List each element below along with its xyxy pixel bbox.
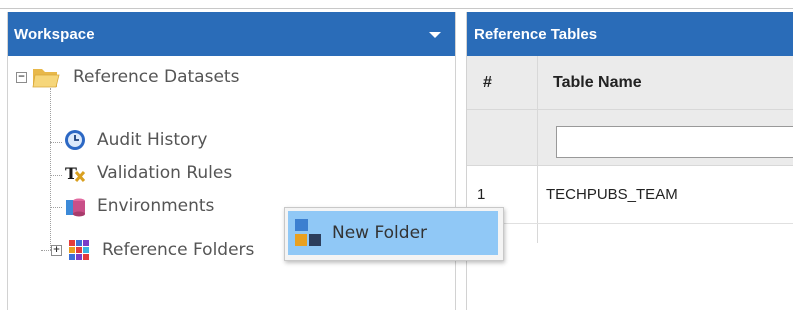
folder-open-icon	[32, 69, 60, 88]
tree-node-audit-history[interactable]: Audit History	[64, 129, 207, 151]
top-divider	[0, 8, 793, 9]
context-menu: New Folder	[284, 207, 504, 261]
table-row[interactable]: 1 TECHPUBS_TEAM	[467, 166, 793, 224]
table-name-filter-input[interactable]	[556, 126, 793, 158]
tree-node-label: Environments	[97, 196, 215, 216]
workspace-dropdown-icon[interactable]	[429, 32, 441, 38]
new-folder-icon	[295, 219, 321, 246]
column-header-table-name[interactable]: Table Name	[553, 56, 642, 109]
clock-globe-icon	[65, 130, 85, 150]
context-menu-item-new-folder[interactable]: New Folder	[288, 211, 498, 255]
table-name-cell[interactable]: TECHPUBS_TEAM	[546, 166, 678, 223]
tree-node-label: Audit History	[97, 130, 208, 150]
expand-icon[interactable]: +	[51, 244, 62, 256]
tree-connector	[50, 207, 62, 208]
reference-tables-panel: Reference Tables # Table Name 1 TECHPUBS…	[466, 12, 793, 310]
tx-rules-icon: T	[65, 164, 86, 183]
tree-node-label: Reference Folders	[102, 240, 255, 260]
tree-node-reference-datasets[interactable]: − Reference Datasets	[16, 64, 239, 90]
grid-header-row: # Table Name	[467, 56, 793, 110]
tree-connector	[50, 142, 62, 143]
tree-connector	[50, 88, 51, 250]
context-menu-label: New Folder	[332, 223, 428, 243]
database-stack-icon	[66, 198, 85, 217]
colored-grid-icon	[69, 240, 89, 260]
tree-node-reference-folders[interactable]: + Reference Folders	[51, 239, 254, 261]
workspace-panel: Workspace − Reference Datasets Audit His	[7, 12, 456, 310]
tree-node-environments[interactable]: Environments	[64, 195, 214, 217]
workspace-title: Workspace	[14, 25, 95, 43]
tree-node-label: Reference Datasets	[73, 67, 240, 87]
tree-connector	[50, 175, 62, 176]
filter-row	[467, 110, 793, 166]
collapse-icon[interactable]: −	[16, 71, 27, 83]
column-header-number[interactable]: #	[483, 56, 492, 109]
workspace-header: Workspace	[8, 12, 455, 56]
reference-tables-title: Reference Tables	[474, 25, 598, 43]
cropped-top-strip	[0, 0, 793, 9]
tree-node-validation-rules[interactable]: T Validation Rules	[64, 162, 232, 184]
tree-node-label: Validation Rules	[97, 163, 233, 183]
reference-tables-header: Reference Tables	[467, 12, 793, 56]
